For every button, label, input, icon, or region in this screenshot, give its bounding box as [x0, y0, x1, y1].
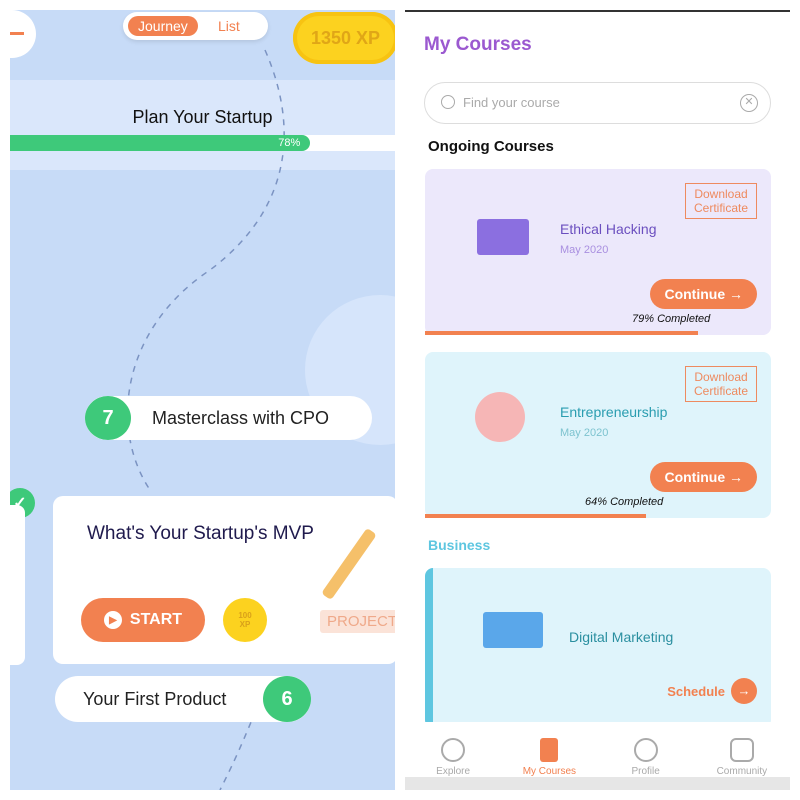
module-progress: 78% [10, 135, 395, 151]
course-name: Entrepreneurship [560, 404, 668, 420]
continue-button[interactable]: Continue → [650, 462, 757, 492]
section-ongoing: Ongoing Courses [428, 138, 554, 155]
lesson-title: What's Your Startup's MVP [87, 523, 314, 544]
course-date: May 2020 [560, 427, 609, 439]
profile-icon [633, 738, 658, 762]
system-nav-bar [405, 777, 790, 790]
lesson-6[interactable]: Your First Product 6 [55, 676, 311, 722]
course-progress [425, 514, 647, 518]
nav-label: My Courses [522, 766, 577, 777]
lesson-number: 7 [85, 396, 131, 440]
course-card-digital-marketing[interactable]: Digital Marketing Schedule → [425, 568, 771, 728]
section-business: Business [428, 537, 491, 553]
nav-my-courses[interactable]: My Courses [501, 732, 597, 777]
nav-profile[interactable]: Profile [598, 732, 694, 777]
view-toggle: Journey List [123, 12, 268, 40]
course-card-ethical-hacking[interactable]: Ethical Hacking May 2020 Download Certif… [425, 169, 771, 335]
nav-community[interactable]: Community [694, 732, 790, 777]
progress-fill: 78% [10, 135, 311, 151]
lesson-number: 6 [263, 676, 311, 722]
nav-label: Profile [631, 766, 660, 777]
previous-card[interactable] [10, 505, 25, 665]
menu-icon [10, 32, 24, 35]
xp-badge: 1350 XP [293, 12, 395, 64]
continue-label: Continue [664, 469, 726, 485]
page-title: My Courses [424, 34, 532, 55]
tab-journey[interactable]: Journey [128, 16, 198, 36]
start-label: START [129, 611, 183, 628]
continue-button[interactable]: Continue → [650, 279, 757, 309]
course-date: May 2020 [560, 244, 609, 256]
download-certificate-button[interactable]: Download Certificate [685, 183, 757, 219]
pencil-icon [321, 527, 377, 601]
marketing-illustration-icon [483, 612, 543, 648]
schedule-button[interactable]: Schedule → [667, 678, 757, 704]
project-tag: PROJECT [320, 610, 395, 633]
xp-coin: 100 XP [223, 598, 267, 642]
tab-list[interactable]: List [218, 18, 240, 34]
nav-explore[interactable]: Explore [405, 732, 501, 777]
course-progress [425, 331, 699, 335]
compass-icon [441, 738, 466, 762]
lesson-title: Your First Product [83, 689, 227, 709]
download-certificate-button[interactable]: Download Certificate [685, 366, 757, 402]
course-name: Digital Marketing [569, 629, 674, 645]
search-icon [441, 95, 455, 109]
completion-text: 64% Completed [585, 496, 664, 508]
book-icon [540, 738, 559, 762]
search-input[interactable]: Find your course ✕ [424, 82, 771, 124]
lesson-7[interactable]: 7 Masterclass with CPO [85, 396, 372, 440]
my-courses-screen: My Courses Find your course ✕ Ongoing Co… [405, 10, 790, 790]
module-title: Plan Your Startup [132, 107, 273, 127]
brain-illustration-icon [475, 392, 525, 442]
search-placeholder: Find your course [463, 95, 560, 110]
start-button[interactable]: ▶ START [81, 598, 205, 642]
nav-label: Explore [436, 766, 471, 777]
schedule-label: Schedule [667, 683, 725, 699]
arrow-right-icon: → [731, 678, 757, 704]
play-icon: ▶ [103, 611, 122, 629]
clear-icon[interactable]: ✕ [740, 94, 758, 112]
current-lesson-card[interactable]: What's Your Startup's MVP ▶ START 100 XP … [53, 496, 395, 664]
completion-text: 79% Completed [632, 313, 711, 325]
course-card-entrepreneurship[interactable]: Entrepreneurship May 2020 Download Certi… [425, 352, 771, 518]
lesson-title: Masterclass with CPO [152, 408, 330, 428]
course-name: Ethical Hacking [560, 221, 657, 237]
community-icon [729, 738, 754, 762]
hacking-illustration-icon [477, 219, 529, 255]
nav-label: Community [716, 766, 768, 777]
continue-label: Continue [664, 286, 726, 302]
journey-screen: Journey List 1350 XP Plan Your Startup 7… [10, 10, 395, 790]
